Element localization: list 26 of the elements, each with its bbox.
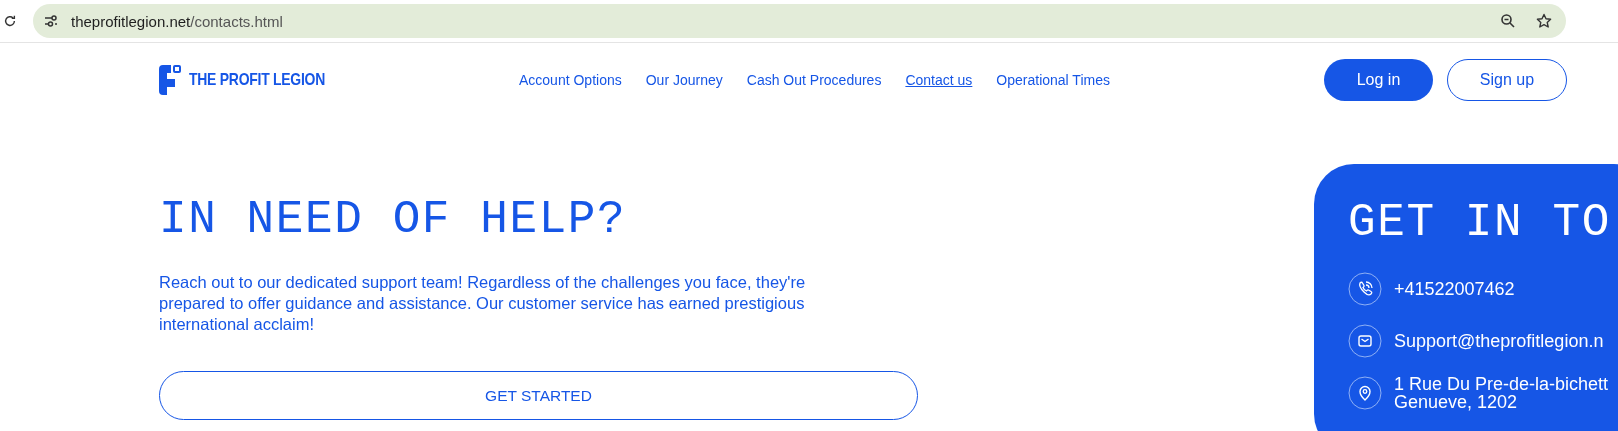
url-text: theprofitlegion.net/contacts.html <box>71 12 283 30</box>
contact-text: Genueve, 1202 <box>1394 393 1519 411</box>
phone-icon <box>1348 272 1382 306</box>
card-heading: GET IN TO <box>1348 197 1612 249</box>
intro-paragraph: Reach out to our dedicated support team! Regardless of the challenges you face, they're prepared to offer guidance and assistance. Our customer service has earned prestigious international acclaim! <box>159 272 807 335</box>
address-bar[interactable]: theprofitlegion.net/contacts.html <box>33 4 1566 38</box>
star-icon[interactable] <box>1536 13 1552 29</box>
logo-icon[interactable] <box>159 64 181 95</box>
location-pin-icon <box>1348 376 1382 410</box>
contact-text: +41522007462 <box>1394 280 1515 298</box>
signup-button[interactable]: Sign up <box>1447 58 1567 101</box>
nav-link[interactable]: Account Options <box>519 71 622 88</box>
reload-icon[interactable] <box>3 14 17 28</box>
page-heading: IN NEED OF HELP? <box>159 194 628 246</box>
nav-link[interactable]: Cash Out Procedures <box>746 71 882 88</box>
zoom-icon[interactable] <box>1500 13 1516 29</box>
site-settings-icon[interactable] <box>43 13 59 29</box>
contact-text: Support@theprofitlegion.n <box>1394 332 1604 350</box>
nav-link[interactable]: Our Journey <box>645 71 723 88</box>
nav-link[interactable]: Operational Times <box>996 71 1110 88</box>
nav-link[interactable]: Contact us <box>905 71 973 88</box>
get-started-button[interactable]: GET STARTED <box>159 371 918 420</box>
contact-text: 1 Rue Du Pre-de-la-bichett <box>1394 375 1609 393</box>
brand-name[interactable]: THE PROFIT LEGION <box>189 69 325 90</box>
envelope-icon <box>1348 324 1382 358</box>
login-button[interactable]: Log in <box>1324 58 1433 101</box>
